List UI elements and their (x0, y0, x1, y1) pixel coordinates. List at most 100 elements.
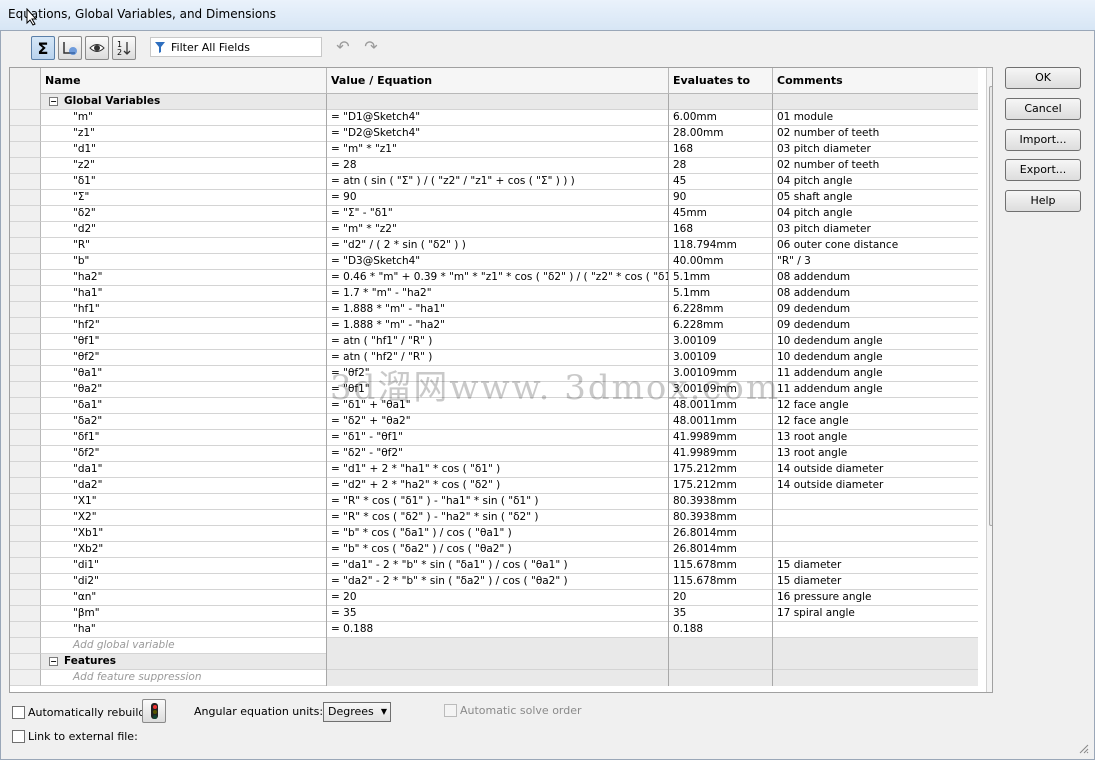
equation-cell[interactable]: = 20 (327, 590, 669, 606)
equation-cell[interactable]: = "b" * cos ( "δa1" ) / cos ( "θa1" ) (327, 526, 669, 542)
comment-cell[interactable] (773, 622, 978, 638)
table-row[interactable]: "da1" = "d1" + 2 * "ha1" * cos ( "δ1" ) 17… (41, 462, 978, 478)
comment-cell[interactable]: 12 face angle (773, 414, 978, 430)
variable-name-cell[interactable]: "θa2" (41, 382, 327, 398)
evaluates-cell[interactable]: 6.228mm (669, 302, 773, 318)
evaluates-cell[interactable]: 90 (669, 190, 773, 206)
row-header[interactable] (10, 158, 41, 174)
comment-cell[interactable]: 02 number of teeth (773, 126, 978, 142)
table-row[interactable]: "m" = "D1@Sketch4" 6.00mm 01 module (41, 110, 978, 126)
row-header[interactable] (10, 638, 41, 654)
row-header[interactable] (10, 574, 41, 590)
evaluates-cell[interactable]: 26.8014mm (669, 542, 773, 558)
evaluates-cell[interactable]: 175.212mm (669, 478, 773, 494)
table-row[interactable]: "ha" = 0.188 0.188 (41, 622, 978, 638)
row-header[interactable] (10, 558, 41, 574)
table-row[interactable]: "ha2" = 0.46 * "m" + 0.39 * "m" * "z1" * … (41, 270, 978, 286)
comment-cell[interactable]: 10 dedendum angle (773, 334, 978, 350)
help-button[interactable]: Help (1005, 190, 1081, 212)
variable-name-cell[interactable]: "δa2" (41, 414, 327, 430)
equation-cell[interactable]: = "b" * cos ( "δa2" ) / cos ( "θa2" ) (327, 542, 669, 558)
comment-cell[interactable] (773, 510, 978, 526)
resize-grip-icon[interactable] (1077, 742, 1089, 754)
row-header[interactable] (10, 206, 41, 222)
filter-field[interactable]: Filter All Fields (150, 37, 322, 57)
group-features[interactable]: − Features (41, 654, 978, 670)
evaluates-cell[interactable]: 40.00mm (669, 254, 773, 270)
ok-button[interactable]: OK (1005, 67, 1081, 89)
equation-cell[interactable]: = "d2" / ( 2 * sin ( "δ2" ) ) (327, 238, 669, 254)
table-row[interactable]: "θa2" = "θf1" 3.00109mm 11 addendum angle (41, 382, 978, 398)
equation-cell[interactable]: = "Σ" - "δ1" (327, 206, 669, 222)
evaluates-cell[interactable]: 45 (669, 174, 773, 190)
table-row[interactable]: "δ1" = atn ( sin ( "Σ" ) / ( "z2" / "z1" … (41, 174, 978, 190)
evaluates-cell[interactable]: 0.188 (669, 622, 773, 638)
evaluates-cell[interactable]: 41.9989mm (669, 446, 773, 462)
variable-name-cell[interactable]: "βm" (41, 606, 327, 622)
column-header-value[interactable]: Value / Equation (327, 68, 669, 94)
evaluates-cell[interactable]: 118.794mm (669, 238, 773, 254)
group-global-variables[interactable]: − Global Variables (41, 94, 978, 110)
scroll-up-icon[interactable]: ▲ (987, 68, 993, 84)
evaluates-cell[interactable]: 168 (669, 222, 773, 238)
equation-cell[interactable]: = 1.888 * "m" - "ha2" (327, 318, 669, 334)
row-header[interactable] (10, 254, 41, 270)
table-row[interactable]: "X1" = "R" * cos ( "δ1" ) - "ha1" * sin (… (41, 494, 978, 510)
comment-cell[interactable] (773, 542, 978, 558)
equation-cell[interactable]: = 1.888 * "m" - "ha1" (327, 302, 669, 318)
table-row[interactable]: "ha1" = 1.7 * "m" - "ha2" 5.1mm 08 addendum (41, 286, 978, 302)
comment-cell[interactable]: 11 addendum angle (773, 382, 978, 398)
equation-cell[interactable]: = "δ1" + "θa1" (327, 398, 669, 414)
row-header[interactable] (10, 382, 41, 398)
row-header[interactable] (10, 126, 41, 142)
table-row[interactable]: "θf2" = atn ( "hf2" / "R" ) 3.00109 10 dede… (41, 350, 978, 366)
comment-cell[interactable]: 14 outside diameter (773, 478, 978, 494)
table-row[interactable]: "Σ" = 90 90 05 shaft angle (41, 190, 978, 206)
evaluates-cell[interactable]: 80.3938mm (669, 510, 773, 526)
row-header[interactable] (10, 238, 41, 254)
comment-cell[interactable]: 09 dedendum (773, 318, 978, 334)
row-header[interactable] (10, 606, 41, 622)
variable-name-cell[interactable]: "da1" (41, 462, 327, 478)
undo-icon[interactable]: ↶ (333, 38, 353, 56)
equation-cell[interactable]: = 1.7 * "m" - "ha2" (327, 286, 669, 302)
equation-cell[interactable]: = atn ( sin ( "Σ" ) / ( "z2" / "z1" + co… (327, 174, 669, 190)
variable-name-cell[interactable]: "ha2" (41, 270, 327, 286)
redo-icon[interactable]: ↷ (361, 38, 381, 56)
equation-cell[interactable]: = 0.46 * "m" + 0.39 * "m" * "z1" * cos (… (327, 270, 669, 286)
table-row[interactable]: "X2" = "R" * cos ( "δ2" ) - "ha2" * sin (… (41, 510, 978, 526)
add-feature-suppression-row-text[interactable]: Add feature suppression (41, 670, 327, 686)
import-button[interactable]: Import... (1005, 129, 1081, 151)
evaluates-cell[interactable]: 41.9989mm (669, 430, 773, 446)
evaluates-cell[interactable]: 20 (669, 590, 773, 606)
variable-name-cell[interactable]: "Xb1" (41, 526, 327, 542)
table-row[interactable]: "b" = "D3@Sketch4" 40.00mm "R" / 3 (41, 254, 978, 270)
table-row[interactable]: "δf1" = "δ1" - "θf1" 41.9989mm 13 root angl… (41, 430, 978, 446)
row-header[interactable] (10, 478, 41, 494)
comment-cell[interactable]: 13 root angle (773, 430, 978, 446)
add-global-variable-row[interactable]: Add global variable (41, 638, 978, 654)
comment-cell[interactable]: 13 root angle (773, 446, 978, 462)
comment-cell[interactable]: 04 pitch angle (773, 174, 978, 190)
row-header[interactable] (10, 142, 41, 158)
variable-name-cell[interactable]: "δf2" (41, 446, 327, 462)
scroll-down-icon[interactable]: ▼ (987, 678, 993, 692)
table-row[interactable]: "hf1" = 1.888 * "m" - "ha1" 6.228mm 09 dede… (41, 302, 978, 318)
equation-cell[interactable]: = 35 (327, 606, 669, 622)
comment-cell[interactable] (773, 494, 978, 510)
variable-name-cell[interactable]: "da2" (41, 478, 327, 494)
equation-cell[interactable]: = "d1" + 2 * "ha1" * cos ( "δ1" ) (327, 462, 669, 478)
row-header[interactable] (10, 110, 41, 126)
equation-cell[interactable]: = "δ1" - "θf1" (327, 430, 669, 446)
evaluates-cell[interactable]: 115.678mm (669, 574, 773, 590)
comment-cell[interactable]: 15 diameter (773, 558, 978, 574)
cancel-button[interactable]: Cancel (1005, 98, 1081, 120)
row-header[interactable] (10, 286, 41, 302)
evaluates-cell[interactable]: 48.0011mm (669, 398, 773, 414)
table-row[interactable]: "δa2" = "δ2" + "θa2" 48.0011mm 12 face angl… (41, 414, 978, 430)
comment-cell[interactable]: "R" / 3 (773, 254, 978, 270)
table-row[interactable]: "Xb1" = "b" * cos ( "δa1" ) / cos ( "θa1"… (41, 526, 978, 542)
row-header[interactable] (10, 590, 41, 606)
row-header[interactable] (10, 270, 41, 286)
equation-view-button[interactable]: Σ (31, 36, 55, 60)
